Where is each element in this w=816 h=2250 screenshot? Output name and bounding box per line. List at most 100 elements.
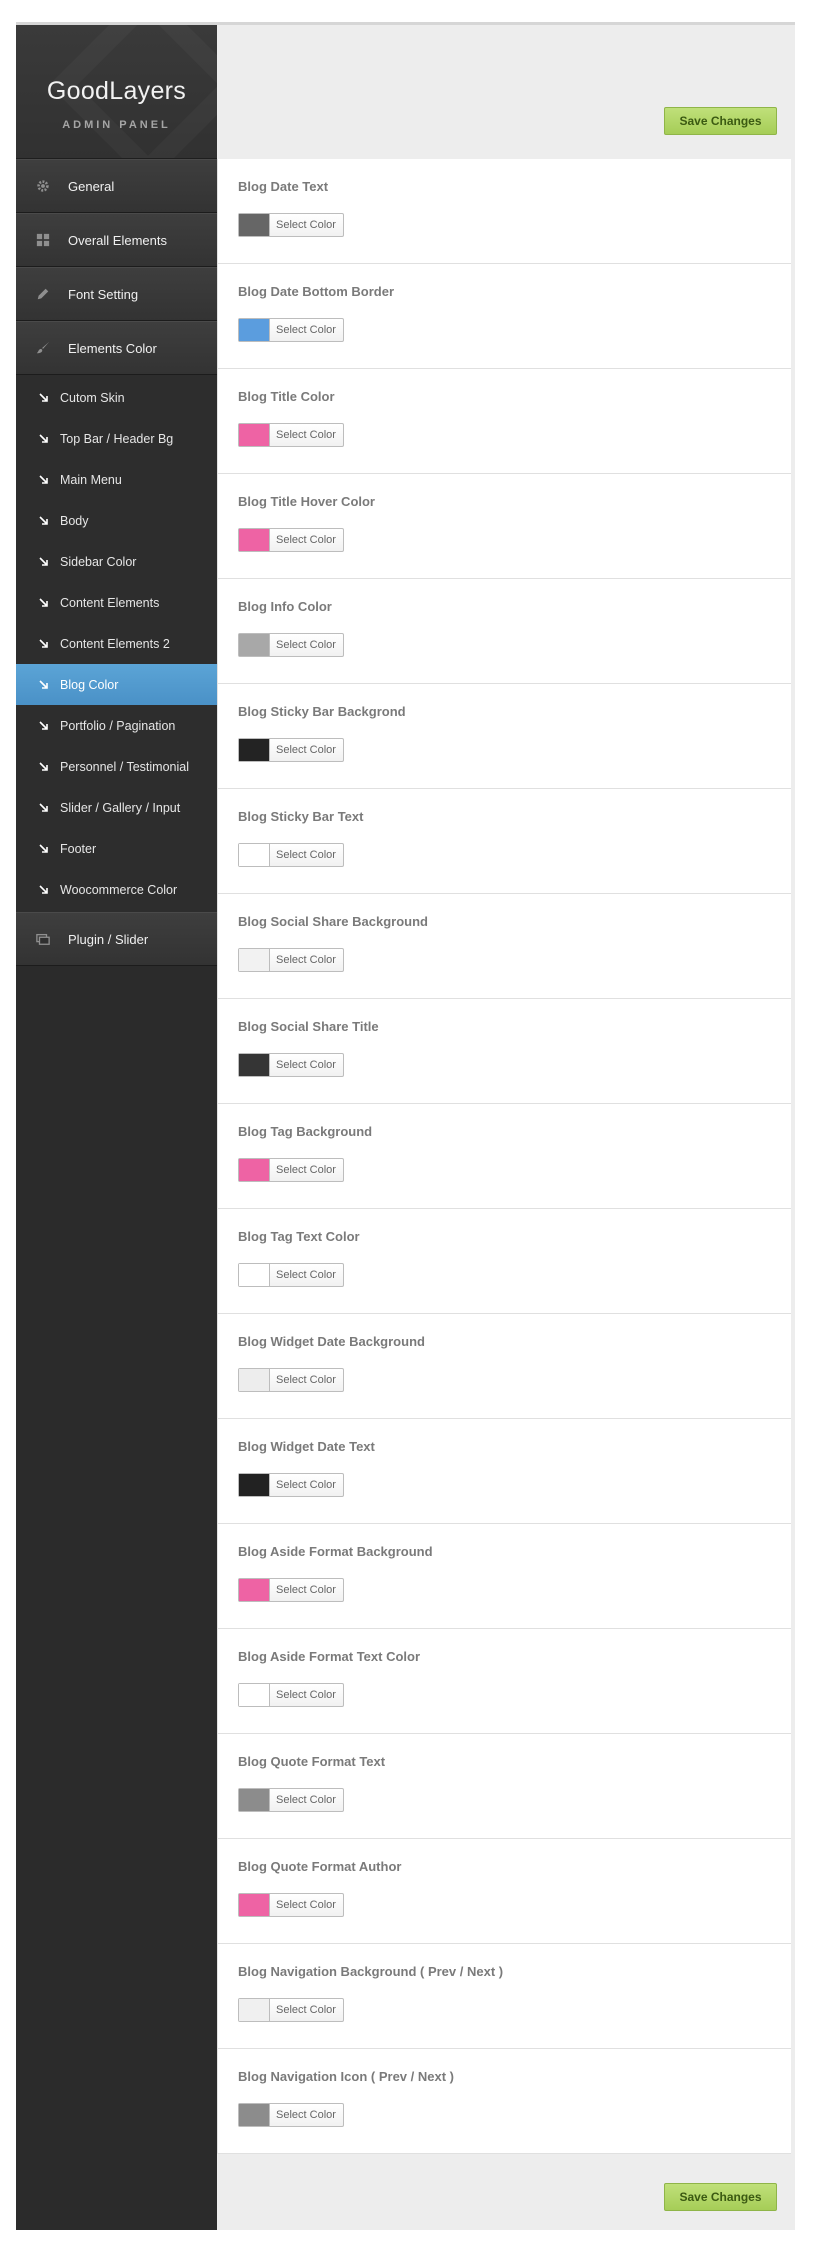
color-swatch[interactable] bbox=[239, 1264, 270, 1286]
color-picker-button[interactable]: Select Color bbox=[238, 633, 344, 657]
color-picker-button[interactable]: Select Color bbox=[238, 1053, 344, 1077]
color-picker-button[interactable]: Select Color bbox=[238, 1368, 344, 1392]
submenu-item-blog-color[interactable]: Blog Color bbox=[16, 664, 217, 705]
color-swatch[interactable] bbox=[239, 1999, 270, 2021]
color-picker-button[interactable]: Select Color bbox=[238, 213, 344, 237]
color-picker-button[interactable]: Select Color bbox=[238, 843, 344, 867]
color-swatch[interactable] bbox=[239, 1369, 270, 1391]
submenu-item-woocommerce-color[interactable]: Woocommerce Color bbox=[16, 869, 217, 910]
color-swatch[interactable] bbox=[239, 1684, 270, 1706]
submenu-item-portfolio-pagination[interactable]: Portfolio / Pagination bbox=[16, 705, 217, 746]
color-option-row: Blog Quote Format Author Select Color bbox=[218, 1839, 791, 1944]
color-swatch[interactable] bbox=[239, 1894, 270, 1916]
color-swatch[interactable] bbox=[239, 634, 270, 656]
color-picker-button[interactable]: Select Color bbox=[238, 948, 344, 972]
color-option-label: Blog Date Bottom Border bbox=[238, 284, 394, 299]
color-option-label: Blog Widget Date Background bbox=[238, 1334, 425, 1349]
color-option-row: Blog Date Text Select Color bbox=[218, 159, 791, 264]
color-swatch[interactable] bbox=[239, 844, 270, 866]
submenu-item-content-elements-2[interactable]: Content Elements 2 bbox=[16, 623, 217, 664]
color-option-row: Blog Aside Format Background Select Color bbox=[218, 1524, 791, 1629]
submenu: Cutom Skin Top Bar / Header Bg Main Menu… bbox=[16, 375, 217, 912]
color-picker-button[interactable]: Select Color bbox=[238, 1788, 344, 1812]
color-picker-button[interactable]: Select Color bbox=[238, 1683, 344, 1707]
select-color-label: Select Color bbox=[276, 1269, 336, 1281]
color-swatch[interactable] bbox=[239, 949, 270, 971]
submenu-item-sidebar-color[interactable]: Sidebar Color bbox=[16, 541, 217, 582]
save-changes-button[interactable]: Save Changes bbox=[664, 107, 777, 135]
menu-item-general[interactable]: General bbox=[16, 159, 217, 213]
color-picker-button[interactable]: Select Color bbox=[238, 2103, 344, 2127]
color-option-label: Blog Quote Format Author bbox=[238, 1859, 402, 1874]
arrow-down-right-icon bbox=[39, 761, 49, 772]
submenu-item-slider-gallery-input[interactable]: Slider / Gallery / Input bbox=[16, 787, 217, 828]
select-color-label: Select Color bbox=[276, 2109, 336, 2121]
color-swatch[interactable] bbox=[239, 2104, 270, 2126]
arrow-down-right-icon bbox=[39, 720, 49, 731]
color-swatch[interactable] bbox=[239, 424, 270, 446]
select-color-label: Select Color bbox=[276, 954, 336, 966]
color-picker-button[interactable]: Select Color bbox=[238, 528, 344, 552]
color-option-row: Blog Title Color Select Color bbox=[218, 369, 791, 474]
color-option-row: Blog Tag Text Color Select Color bbox=[218, 1209, 791, 1314]
color-swatch[interactable] bbox=[239, 1789, 270, 1811]
color-picker-button[interactable]: Select Color bbox=[238, 1578, 344, 1602]
color-option-row: Blog Widget Date Text Select Color bbox=[218, 1419, 791, 1524]
select-color-label: Select Color bbox=[276, 639, 336, 651]
menu-item-plugin-slider[interactable]: Plugin / Slider bbox=[16, 912, 217, 966]
color-option-row: Blog Sticky Bar Text Select Color bbox=[218, 789, 791, 894]
submenu-item-main-menu[interactable]: Main Menu bbox=[16, 459, 217, 500]
arrow-down-right-icon bbox=[39, 802, 49, 813]
color-picker-button[interactable]: Select Color bbox=[238, 1998, 344, 2022]
submenu-item-content-elements[interactable]: Content Elements bbox=[16, 582, 217, 623]
color-picker-button[interactable]: Select Color bbox=[238, 423, 344, 447]
select-color-label: Select Color bbox=[276, 744, 336, 756]
menu-item-label: Overall Elements bbox=[68, 232, 167, 248]
color-picker-button[interactable]: Select Color bbox=[238, 1158, 344, 1182]
submenu-item-label: Footer bbox=[60, 841, 97, 856]
select-color-label: Select Color bbox=[276, 849, 336, 861]
brand-subtitle: ADMIN PANEL bbox=[62, 119, 171, 131]
color-option-label: Blog Sticky Bar Backgrond bbox=[238, 704, 406, 719]
select-color-label: Select Color bbox=[276, 1479, 336, 1491]
brand-logo: GoodLayers ADMIN PANEL bbox=[16, 25, 217, 159]
select-color-label: Select Color bbox=[276, 1584, 336, 1596]
color-swatch[interactable] bbox=[239, 529, 270, 551]
color-swatch[interactable] bbox=[239, 739, 270, 761]
menu-item-label: Elements Color bbox=[68, 340, 157, 356]
color-picker-button[interactable]: Select Color bbox=[238, 1893, 344, 1917]
menu-item-label: Font Setting bbox=[68, 286, 139, 302]
gear-icon bbox=[35, 178, 51, 194]
color-swatch[interactable] bbox=[239, 214, 270, 236]
submenu-item-label: Main Menu bbox=[60, 472, 122, 487]
select-color-label: Select Color bbox=[276, 1899, 336, 1911]
submenu-item-top-bar-header-bg[interactable]: Top Bar / Header Bg bbox=[16, 418, 217, 459]
color-option-label: Blog Quote Format Text bbox=[238, 1754, 386, 1769]
color-swatch[interactable] bbox=[239, 1474, 270, 1496]
menu-item-overall-elements[interactable]: Overall Elements bbox=[16, 213, 217, 267]
submenu-item-label: Sidebar Color bbox=[60, 554, 137, 569]
color-option-row: Blog Quote Format Text Select Color bbox=[218, 1734, 791, 1839]
color-picker-button[interactable]: Select Color bbox=[238, 738, 344, 762]
menu-item-elements-color[interactable]: Elements Color bbox=[16, 321, 217, 375]
slider-icon bbox=[35, 931, 51, 947]
color-picker-button[interactable]: Select Color bbox=[238, 318, 344, 342]
submenu-item-label: Blog Color bbox=[60, 677, 119, 692]
color-swatch[interactable] bbox=[239, 1579, 270, 1601]
grid-icon bbox=[35, 232, 51, 248]
submenu-item-label: Cutom Skin bbox=[60, 390, 125, 405]
color-picker-button[interactable]: Select Color bbox=[238, 1473, 344, 1497]
color-swatch[interactable] bbox=[239, 319, 270, 341]
submenu-item-footer[interactable]: Footer bbox=[16, 828, 217, 869]
menu-item-font-setting[interactable]: Font Setting bbox=[16, 267, 217, 321]
arrow-down-right-icon bbox=[39, 597, 49, 608]
color-option-label: Blog Social Share Title bbox=[238, 1019, 379, 1034]
color-option-row: Blog Navigation Background ( Prev / Next… bbox=[218, 1944, 791, 2049]
save-changes-button[interactable]: Save Changes bbox=[664, 2183, 777, 2211]
color-swatch[interactable] bbox=[239, 1054, 270, 1076]
submenu-item-body[interactable]: Body bbox=[16, 500, 217, 541]
color-picker-button[interactable]: Select Color bbox=[238, 1263, 344, 1287]
submenu-item-personnel-testimonial[interactable]: Personnel / Testimonial bbox=[16, 746, 217, 787]
color-swatch[interactable] bbox=[239, 1159, 270, 1181]
submenu-item-cutom-skin[interactable]: Cutom Skin bbox=[16, 377, 217, 418]
